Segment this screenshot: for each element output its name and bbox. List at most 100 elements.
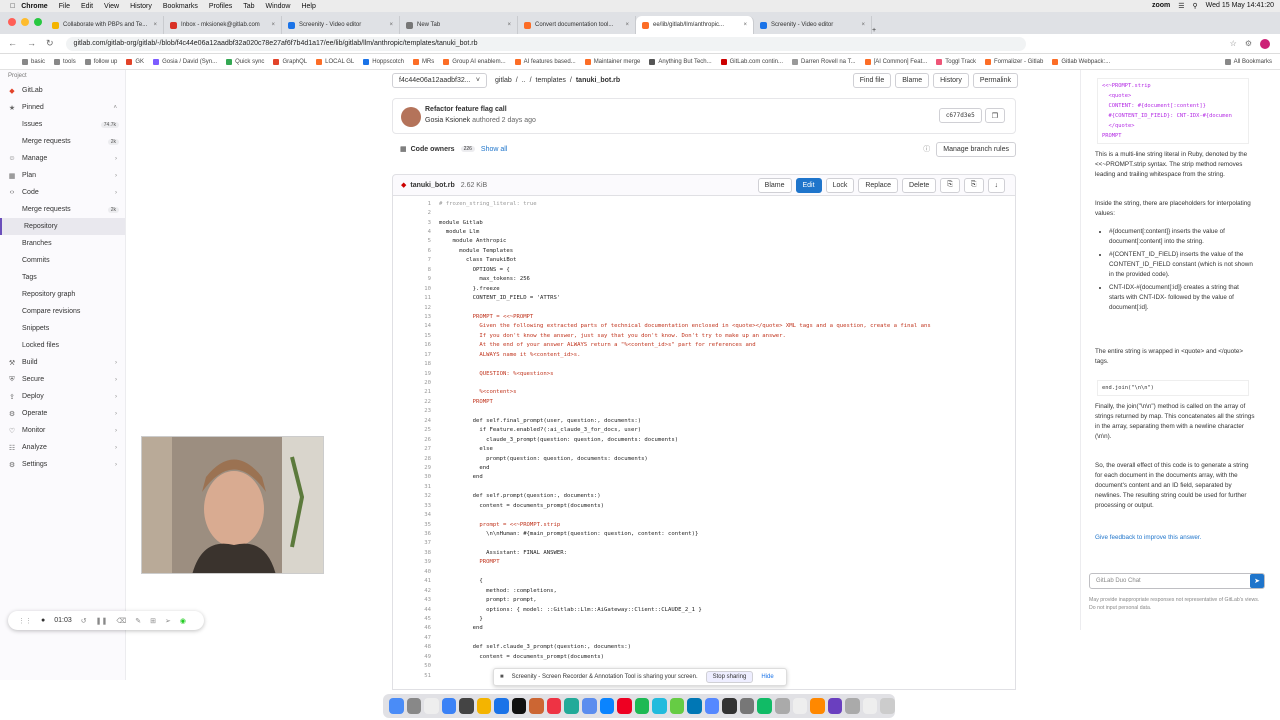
commit-sha[interactable]: c677d3e5 (938, 108, 982, 123)
line-number[interactable]: 45 (393, 616, 439, 622)
line-number[interactable]: 39 (393, 559, 439, 565)
browser-tab[interactable]: ee/lib/gitlab/llm/anthropic... × (636, 16, 754, 34)
bookmark-item[interactable]: basic (22, 58, 45, 65)
sidebar-item-repository[interactable]: Repository (0, 218, 125, 235)
bookmark-item[interactable]: AI features based... (514, 58, 576, 65)
sidebar-pinned[interactable]: ★ Pinned ˄ (0, 99, 125, 116)
extensions-icon[interactable]: ⚙ (1245, 39, 1252, 49)
line-number[interactable]: 5 (393, 238, 439, 244)
line-number[interactable]: 27 (393, 446, 439, 452)
line-number[interactable]: 16 (393, 342, 439, 348)
line-number[interactable]: 9 (393, 276, 439, 282)
dock-app-icon[interactable] (424, 698, 439, 714)
close-tab-icon[interactable]: × (625, 22, 629, 28)
close-window-icon[interactable] (8, 18, 16, 26)
line-number[interactable]: 1 (393, 201, 439, 207)
menubar-item[interactable]: File (59, 3, 70, 10)
dock-app-icon[interactable] (599, 698, 615, 714)
menubar-item[interactable]: Window (266, 3, 291, 10)
menubar-app-name[interactable]: Chrome (21, 3, 47, 10)
line-number[interactable]: 34 (393, 512, 439, 518)
line-number[interactable]: 19 (393, 371, 439, 377)
line-number[interactable]: 42 (393, 588, 439, 594)
browser-tab[interactable]: Inbox - mksionek@gitlab.com × (164, 16, 282, 34)
dock-app-icon[interactable] (459, 698, 474, 714)
copy-sha-icon[interactable]: ❐ (984, 108, 1005, 123)
line-number[interactable]: 18 (393, 361, 439, 367)
line-number[interactable]: 38 (393, 550, 439, 556)
sidebar-item-branches[interactable]: Branches (0, 235, 125, 252)
pen-icon[interactable]: ✎ (135, 617, 141, 625)
line-number[interactable]: 11 (393, 295, 439, 301)
sidebar-item-secure[interactable]: ⛨ Secure › (0, 371, 125, 388)
line-number[interactable]: 7 (393, 257, 439, 263)
dock-app-icon[interactable] (617, 698, 632, 714)
bookmark-item[interactable]: Gitlab Webpack:... (1052, 58, 1110, 65)
replace-button[interactable]: Replace (858, 177, 899, 193)
line-number[interactable]: 48 (393, 644, 439, 650)
browser-tab[interactable]: Collaborate with PBPs and Te... × (46, 16, 164, 34)
line-number[interactable]: 24 (393, 418, 439, 424)
line-number[interactable]: 37 (393, 540, 439, 546)
commit-author[interactable]: Gosia Ksionek (425, 117, 470, 124)
dock-app-icon[interactable] (880, 698, 895, 714)
line-number[interactable]: 10 (393, 286, 439, 292)
line-number[interactable]: 26 (393, 437, 439, 443)
breadcrumb-segment[interactable]: templates (536, 77, 566, 84)
bookmark-item[interactable]: GK (126, 58, 144, 65)
delete-button[interactable]: Delete (902, 177, 937, 193)
sidebar-project[interactable]: ◆ GitLab (0, 82, 125, 99)
bookmark-item[interactable]: GraphQL (273, 58, 307, 65)
line-number[interactable]: 13 (393, 314, 439, 320)
menubar-item[interactable]: Help (301, 3, 315, 10)
bookmark-item[interactable]: Formalizer - Gitlab (984, 58, 1043, 65)
line-number[interactable]: 36 (393, 531, 439, 537)
breadcrumb-segment[interactable]: tanuki_bot.rb (576, 77, 620, 84)
dock-app-icon[interactable] (406, 698, 422, 714)
lock-button[interactable]: Lock (825, 177, 855, 193)
sidebar-item-snippets[interactable]: Snippets (0, 320, 125, 337)
sidebar-item-compare-revisions[interactable]: Compare revisions (0, 303, 125, 320)
permalink-button[interactable]: Permalink (972, 72, 1018, 88)
line-number[interactable]: 50 (393, 663, 439, 669)
line-number[interactable]: 23 (393, 408, 439, 414)
dock-app-icon[interactable] (582, 698, 597, 714)
dock-app-icon[interactable] (792, 698, 808, 714)
bookmark-item[interactable]: Quick sync (226, 58, 264, 65)
close-tab-icon[interactable]: × (507, 22, 511, 28)
dock-app-icon[interactable] (722, 698, 737, 714)
send-icon[interactable]: ➤ (1250, 574, 1264, 588)
sidebar-item-merge-requests[interactable]: Merge requests 2k (0, 133, 125, 150)
show-all-link[interactable]: Show all (481, 146, 507, 153)
help-icon[interactable]: ⓘ (923, 144, 930, 154)
history-button[interactable]: History (933, 72, 969, 88)
menubar-item[interactable]: Profiles (209, 3, 232, 10)
line-number[interactable]: 30 (393, 474, 439, 480)
dock-app-icon[interactable] (529, 698, 544, 714)
line-number[interactable]: 15 (393, 333, 439, 339)
line-number[interactable]: 41 (393, 578, 439, 584)
browser-tab[interactable]: Screenity - Video editor × (282, 16, 400, 34)
apple-icon[interactable]:  (10, 3, 15, 10)
sidebar-item-repository-graph[interactable]: Repository graph (0, 286, 125, 303)
dock-app-icon[interactable] (634, 698, 650, 714)
sidebar-item-code[interactable]: ‹› Code › (0, 184, 125, 201)
ref-selector[interactable]: f4c44e06a12aadbf32... ˅ (392, 72, 487, 88)
edit-button[interactable]: Edit (795, 177, 822, 193)
dock-app-icon[interactable] (389, 698, 404, 714)
hide-link[interactable]: Hide (761, 674, 773, 680)
bookmark-item[interactable]: Darren Rovell na T... (792, 58, 856, 65)
profile-avatar[interactable] (1260, 38, 1270, 49)
dock-app-icon[interactable] (476, 698, 492, 714)
sidebar-item-commits[interactable]: Commits (0, 252, 125, 269)
stop-sharing-button[interactable]: Stop sharing (705, 671, 754, 683)
sidebar-item-operate[interactable]: ⚙ Operate › (0, 405, 125, 422)
line-number[interactable]: 4 (393, 229, 439, 235)
back-icon[interactable]: ← (8, 38, 17, 49)
dock-app-icon[interactable] (669, 698, 685, 714)
close-tab-icon[interactable]: × (743, 22, 747, 28)
raw-file-icon[interactable]: ⎘ (963, 177, 984, 193)
line-number[interactable]: 44 (393, 607, 439, 613)
wifi-icon[interactable]: ☰ (1178, 2, 1184, 10)
maximize-window-icon[interactable] (34, 18, 42, 26)
